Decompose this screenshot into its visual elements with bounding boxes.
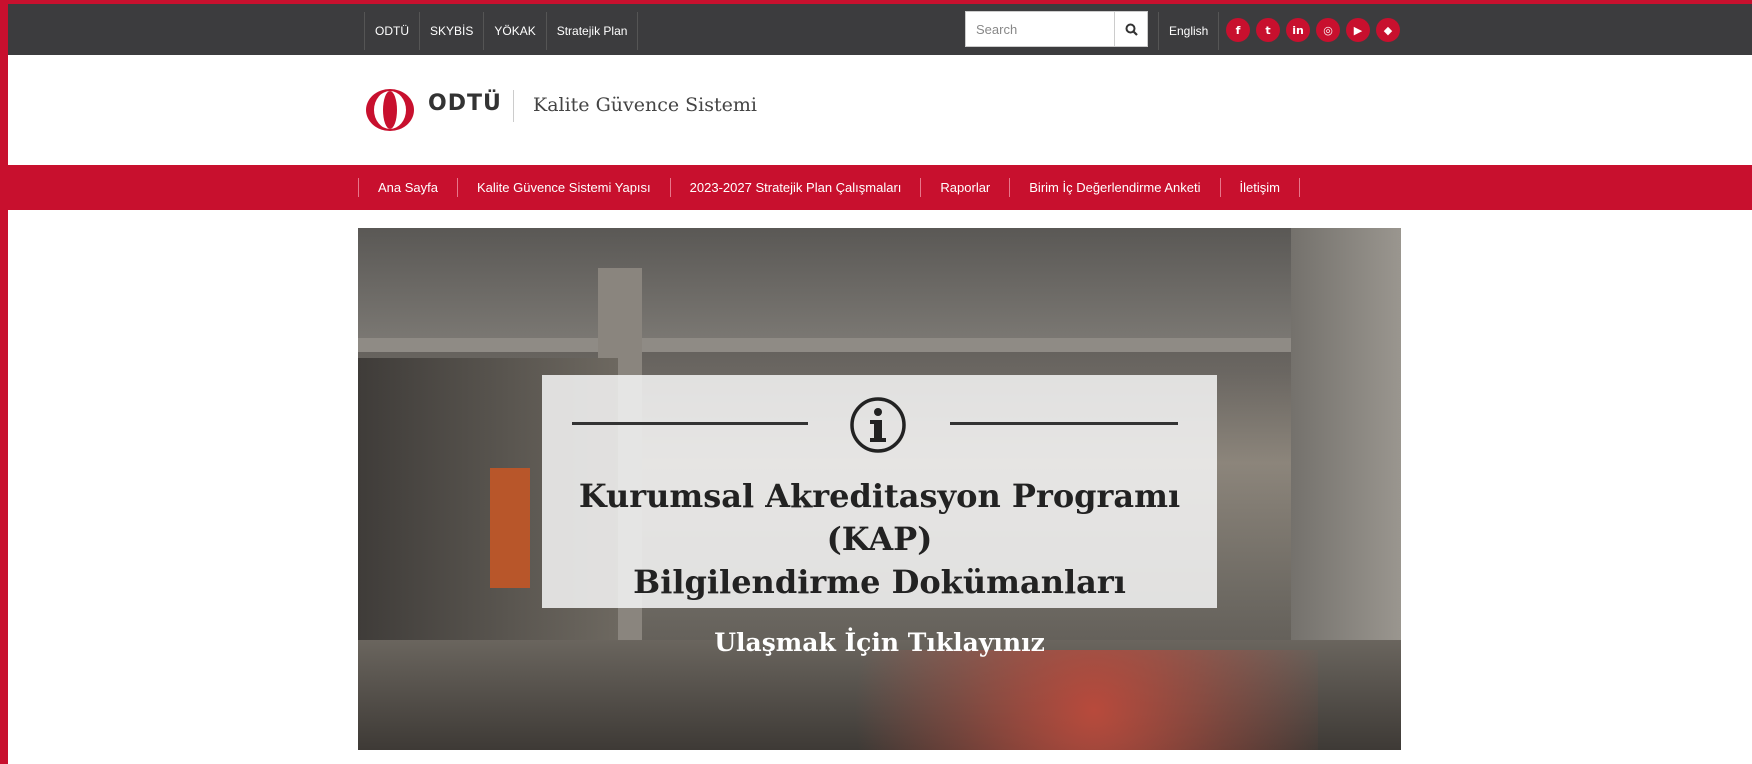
nav-item-anket[interactable]: Birim İç Değerlendirme Anketi	[1009, 178, 1219, 197]
nav-item-raporlar[interactable]: Raporlar	[920, 178, 1009, 197]
info-box[interactable]: Kurumsal Akreditasyon Programı (KAP) Bil…	[542, 375, 1217, 608]
odtu-logo-icon[interactable]	[364, 87, 416, 133]
search-box	[965, 11, 1148, 47]
snapchat-icon[interactable]: ◆	[1376, 18, 1400, 42]
top-links: ODTÜ SKYBİS YÖKAK Stratejik Plan	[364, 12, 639, 50]
instagram-icon[interactable]: ◎	[1316, 18, 1340, 42]
nav-item-iletisim[interactable]: İletişim	[1219, 178, 1300, 197]
linkedin-icon[interactable]: in	[1286, 18, 1310, 42]
hero-cta[interactable]: Ulaşmak İçin Tıklayınız	[358, 628, 1401, 657]
youtube-icon[interactable]: ▶	[1346, 18, 1370, 42]
nav-item-kalite-guvence-yapisi[interactable]: Kalite Güvence Sistemi Yapısı	[457, 178, 670, 197]
info-title: Kurumsal Akreditasyon Programı (KAP) Bil…	[542, 475, 1217, 604]
main-nav: Ana Sayfa Kalite Güvence Sistemi Yapısı …	[8, 165, 1752, 210]
search-input[interactable]	[966, 12, 1126, 46]
language-switch[interactable]: English	[1158, 12, 1220, 50]
search-icon	[1125, 23, 1138, 36]
info-title-line2: Bilgilendirme Dokümanları	[633, 563, 1126, 601]
social-links: f t in ◎ ▶ ◆	[1226, 18, 1400, 42]
info-line-right	[950, 422, 1178, 425]
header-divider	[513, 90, 514, 122]
info-title-line1: Kurumsal Akreditasyon Programı (KAP)	[578, 477, 1181, 558]
site-title[interactable]: Kalite Güvence Sistemi	[533, 94, 757, 116]
nav-item-stratejik-plan[interactable]: 2023-2027 Stratejik Plan Çalışmaları	[669, 178, 921, 197]
info-icon	[850, 397, 906, 453]
hero-ceiling	[358, 228, 1401, 348]
hero-banner[interactable]: Kurumsal Akreditasyon Programı (KAP) Bil…	[358, 228, 1401, 750]
brand-name[interactable]: ODTÜ	[428, 91, 502, 116]
top-link-skybis[interactable]: SKYBİS	[420, 12, 485, 50]
top-bar: ODTÜ SKYBİS YÖKAK Stratejik Plan English…	[8, 4, 1752, 55]
facebook-icon[interactable]: f	[1226, 18, 1250, 42]
twitter-icon[interactable]: t	[1256, 18, 1280, 42]
nav-list: Ana Sayfa Kalite Güvence Sistemi Yapısı …	[358, 178, 1300, 197]
hero-door	[490, 468, 530, 588]
site-header: ODTÜ Kalite Güvence Sistemi	[8, 55, 1752, 165]
nav-item-ana-sayfa[interactable]: Ana Sayfa	[358, 178, 457, 197]
info-line-left	[572, 422, 808, 425]
top-link-yokak[interactable]: YÖKAK	[484, 12, 547, 50]
hero-beam	[358, 338, 1401, 352]
search-button[interactable]	[1114, 12, 1147, 46]
top-link-stratejik-plan[interactable]: Stratejik Plan	[547, 12, 639, 50]
top-link-odtu[interactable]: ODTÜ	[365, 12, 420, 50]
hero-petals	[758, 650, 1318, 750]
